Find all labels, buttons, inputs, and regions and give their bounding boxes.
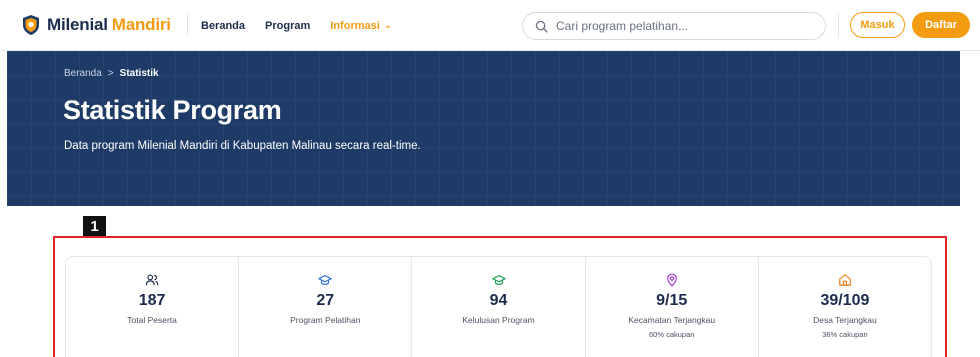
stat-value: 9/15: [656, 292, 688, 309]
stat-label: Kecamatan Terjangkau: [628, 315, 716, 325]
shield-logo-icon: [23, 15, 39, 35]
stat-label: Kelulusan Program: [462, 315, 535, 325]
divider: [838, 13, 839, 37]
stat-program-pelatihan: 27 Program Pelatihan: [239, 257, 413, 357]
stat-desa-terjangkau: 39/109 Desa Terjangkau 36% cakupan: [759, 257, 931, 357]
stat-label: Desa Terjangkau: [813, 315, 877, 325]
hero-banner: Beranda > Statistik Statistik Program Da…: [7, 51, 960, 206]
nav-program[interactable]: Program: [265, 20, 310, 32]
nav-informasi[interactable]: Informasi ⌄: [330, 20, 392, 32]
main-nav: Beranda Program Informasi ⌄: [201, 0, 392, 51]
stats-card: 187 Total Peserta 27 Program Pelatihan 9…: [65, 256, 932, 357]
stat-kelulusan-program: 94 Kelulusan Program: [412, 257, 586, 357]
brand-name-part2: Mandiri: [111, 15, 171, 34]
page-title: Statistik Program: [63, 95, 282, 125]
page-subtitle: Data program Milenial Mandiri di Kabupat…: [64, 140, 421, 152]
users-icon: [145, 274, 159, 286]
search-icon: [535, 20, 548, 33]
register-button[interactable]: Daftar: [912, 12, 970, 38]
breadcrumb-separator: >: [107, 68, 114, 79]
stat-coverage-note: 60% cakupan: [648, 330, 695, 339]
breadcrumb: Beranda > Statistik: [64, 68, 159, 79]
nav-informasi-label: Informasi: [330, 19, 380, 32]
divider: [187, 14, 188, 36]
chevron-down-icon: ⌄: [383, 20, 393, 31]
stat-label: Program Pelatihan: [290, 315, 361, 325]
annotation-number-badge: 1: [83, 216, 106, 237]
stat-label: Total Peserta: [127, 315, 177, 325]
brand-name-part1: Milenial: [47, 15, 108, 34]
home-icon: [839, 274, 851, 286]
stat-value: 94: [489, 292, 508, 309]
top-navbar: Milenial Mandiri Beranda Program Informa…: [0, 0, 980, 51]
page: Milenial Mandiri Beranda Program Informa…: [0, 0, 980, 357]
map-pin-icon: [666, 273, 677, 287]
search-box[interactable]: [522, 12, 826, 40]
nav-beranda[interactable]: Beranda: [201, 20, 245, 32]
breadcrumb-current: Statistik: [119, 68, 159, 79]
stat-coverage-note: 36% cakupan: [822, 330, 868, 339]
stat-total-peserta: 187 Total Peserta: [66, 257, 240, 357]
stat-value: 187: [138, 292, 166, 309]
search-input[interactable]: [556, 19, 816, 33]
stat-kecamatan-terjangkau: 9/15 Kecamatan Terjangkau 60% cakupan: [586, 257, 759, 357]
graduation-cap-icon: [318, 275, 332, 285]
graduation-cap-icon: [491, 275, 506, 285]
stat-value: 39/109: [820, 292, 870, 309]
breadcrumb-home-link[interactable]: Beranda: [64, 68, 102, 79]
brand[interactable]: Milenial Mandiri: [21, 10, 171, 40]
stat-value: 27: [316, 292, 335, 309]
login-button[interactable]: Masuk: [850, 12, 905, 38]
